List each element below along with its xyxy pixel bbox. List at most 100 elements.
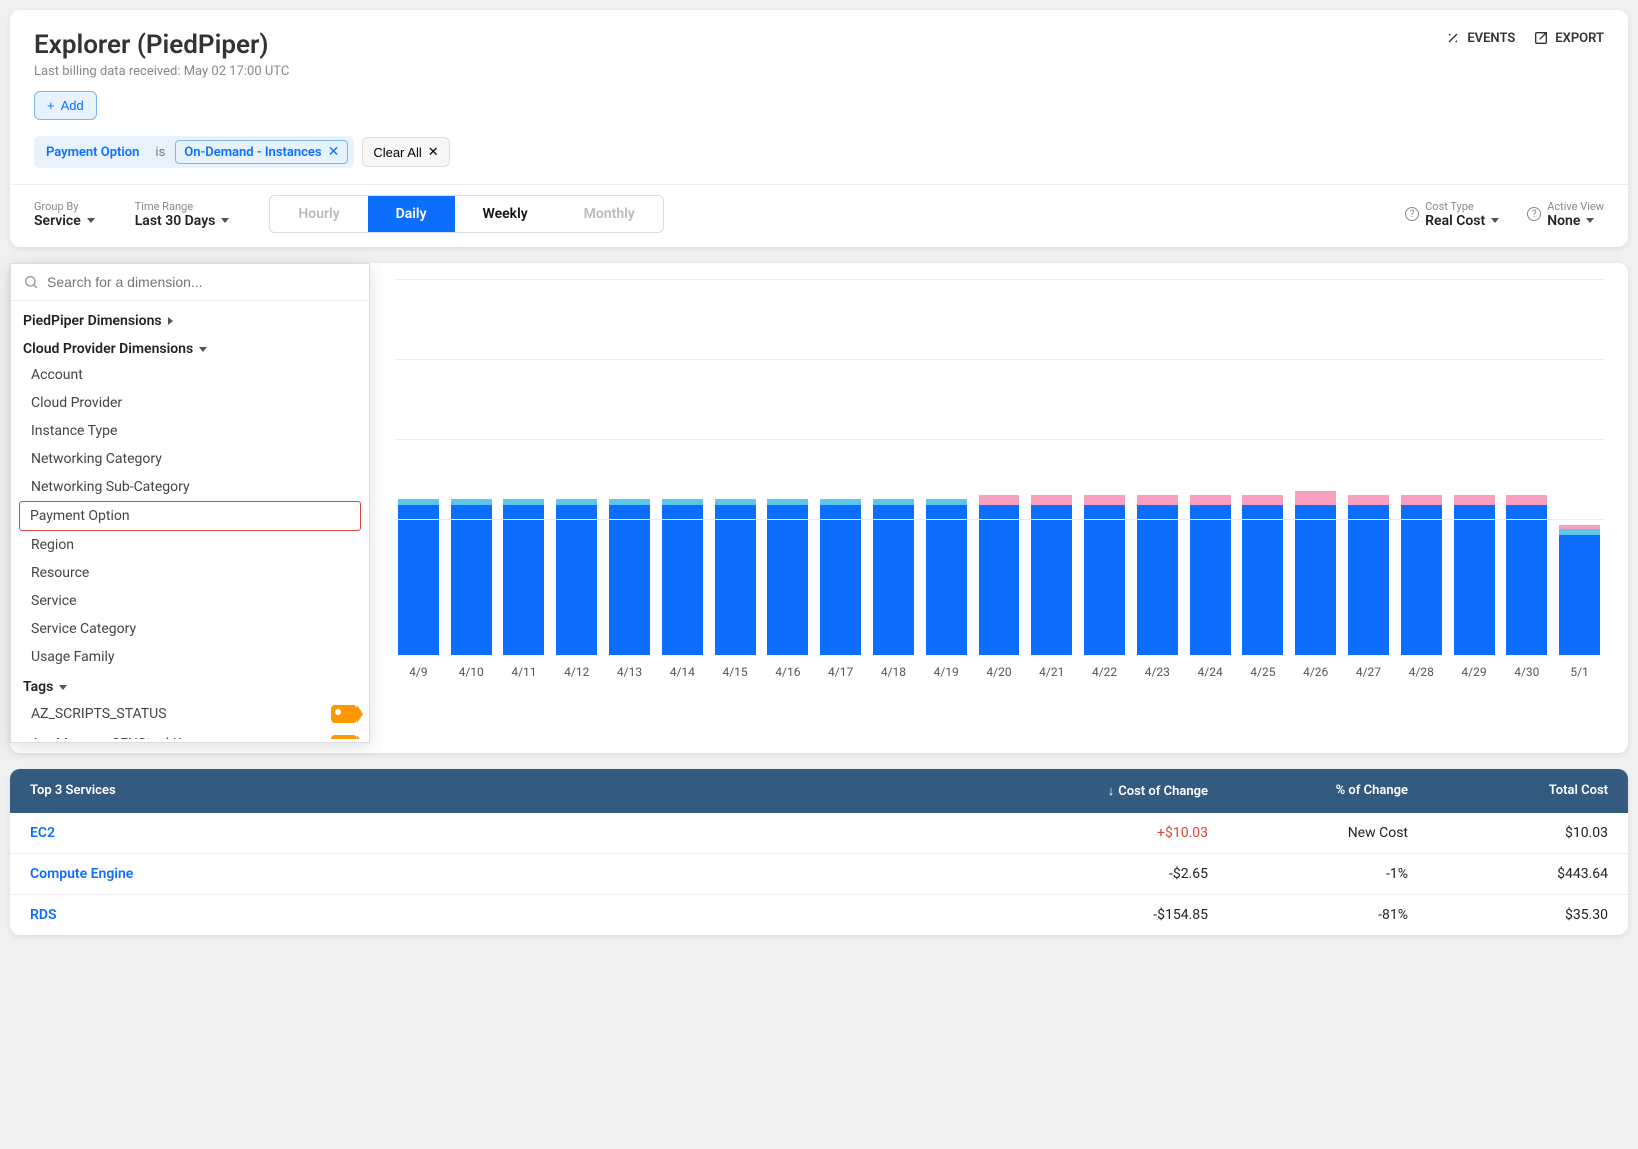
cell-total: $35.30	[1408, 907, 1608, 923]
cost-type-label: Cost Type	[1425, 200, 1499, 213]
seg-daily[interactable]: Daily	[368, 196, 455, 232]
dd-item-resource[interactable]: Resource	[11, 559, 369, 587]
seg-weekly[interactable]: Weekly	[455, 196, 556, 232]
col-total[interactable]: Total Cost	[1408, 783, 1608, 799]
group-by-value: Service	[34, 213, 81, 229]
group-by-control[interactable]: Group By Service	[34, 200, 95, 229]
dd-item-service-category[interactable]: Service Category	[11, 615, 369, 643]
chart-card: PiedPiper Dimensions Cloud Provider Dime…	[10, 263, 1628, 753]
time-range-label: Time Range	[135, 200, 230, 213]
chart-gridlines	[394, 279, 1604, 679]
dd-tag-az-scripts-status[interactable]: AZ_SCRIPTS_STATUS	[11, 699, 369, 729]
filter-row: + Add	[10, 91, 1628, 136]
col-services[interactable]: Top 3 Services	[30, 783, 1008, 799]
chevron-right-icon	[168, 317, 173, 325]
dd-section-cloud[interactable]: Cloud Provider Dimensions	[11, 333, 369, 361]
table-header: Top 3 Services ↓Cost of Change % of Chan…	[10, 769, 1628, 813]
dd-section-piedpiper[interactable]: PiedPiper Dimensions	[11, 305, 369, 333]
service-link[interactable]: Compute Engine	[30, 866, 133, 882]
export-label: EXPORT	[1555, 31, 1604, 46]
subtitle: Last billing data received: May 02 17:00…	[34, 64, 289, 79]
events-button[interactable]: EVENTS	[1445, 30, 1515, 46]
cell-cost-change: -$2.65	[1008, 866, 1208, 882]
clear-all-label: Clear All	[373, 145, 421, 160]
add-filter-button[interactable]: + Add	[34, 91, 97, 120]
filter-op: is	[149, 141, 171, 164]
time-range-control[interactable]: Time Range Last 30 Days	[135, 200, 230, 229]
cost-type-value: Real Cost	[1425, 213, 1485, 229]
events-label: EVENTS	[1467, 31, 1515, 46]
close-icon: ✕	[428, 144, 439, 160]
services-table: Top 3 Services ↓Cost of Change % of Chan…	[10, 769, 1628, 935]
filter-chip[interactable]: Payment Option is On-Demand - Instances …	[34, 136, 354, 168]
top-actions: EVENTS EXPORT	[1445, 30, 1604, 46]
filter-remove-icon[interactable]: ✕	[328, 144, 340, 160]
controls-row: Group By Service Time Range Last 30 Days…	[10, 184, 1628, 247]
cell-pct-change: -1%	[1208, 866, 1408, 882]
export-button[interactable]: EXPORT	[1533, 30, 1604, 46]
active-filters: Payment Option is On-Demand - Instances …	[10, 136, 1628, 184]
seg-hourly[interactable]: Hourly	[270, 196, 367, 232]
cell-pct-change: New Cost	[1208, 825, 1408, 841]
dd-item-networking-category[interactable]: Networking Category	[11, 445, 369, 473]
seg-monthly[interactable]: Monthly	[556, 196, 663, 232]
dimension-dropdown: PiedPiper Dimensions Cloud Provider Dime…	[10, 263, 370, 743]
cell-cost-change: +$10.03	[1008, 825, 1208, 841]
chevron-down-icon	[87, 218, 95, 223]
dd-item-instance-type[interactable]: Instance Type	[11, 417, 369, 445]
filter-value-box: On-Demand - Instances ✕	[175, 140, 348, 164]
filter-field: Payment Option	[40, 141, 145, 164]
time-range-value: Last 30 Days	[135, 213, 216, 229]
help-icon: ?	[1405, 207, 1419, 221]
chevron-down-icon	[221, 218, 229, 223]
dimension-search-input[interactable]	[47, 274, 357, 290]
clear-all-button[interactable]: Clear All ✕	[362, 137, 449, 167]
active-view-control[interactable]: ? Active View None	[1527, 200, 1604, 229]
add-label: Add	[61, 98, 84, 113]
cell-total: $10.03	[1408, 825, 1608, 841]
title-block: Explorer (PiedPiper) Last billing data r…	[34, 30, 289, 79]
events-icon	[1445, 30, 1461, 46]
search-icon	[23, 274, 39, 290]
dd-item-service[interactable]: Service	[11, 587, 369, 615]
plus-icon: +	[47, 98, 55, 113]
table-row: Compute Engine -$2.65-1%$443.64	[10, 854, 1628, 895]
dd-item-payment-option[interactable]: Payment Option	[19, 501, 361, 531]
service-link[interactable]: RDS	[30, 907, 57, 923]
tag-icon	[331, 705, 357, 723]
col-cost-change[interactable]: ↓Cost of Change	[1008, 783, 1208, 799]
dd-item-usage-family[interactable]: Usage Family	[11, 643, 369, 671]
dimension-list[interactable]: PiedPiper Dimensions Cloud Provider Dime…	[11, 301, 369, 739]
header-card: Explorer (PiedPiper) Last billing data r…	[10, 10, 1628, 247]
table-row: EC2 +$10.03New Cost$10.03	[10, 813, 1628, 854]
chevron-down-icon	[59, 685, 67, 690]
col-pct-change[interactable]: % of Change	[1208, 783, 1408, 799]
table-row: RDS -$154.85-81%$35.30	[10, 895, 1628, 935]
cell-cost-change: -$154.85	[1008, 907, 1208, 923]
group-by-label: Group By	[34, 200, 95, 213]
help-icon: ?	[1527, 207, 1541, 221]
cell-total: $443.64	[1408, 866, 1608, 882]
dd-item-cloud-provider[interactable]: Cloud Provider	[11, 389, 369, 417]
cost-type-control[interactable]: ? Cost Type Real Cost	[1405, 200, 1499, 229]
chevron-down-icon	[199, 347, 207, 352]
chevron-down-icon	[1491, 218, 1499, 223]
dd-tag-appmanagercfnstackkey[interactable]: AppManagerCFNStackKey	[11, 729, 369, 739]
chevron-down-icon	[1586, 218, 1594, 223]
granularity-segment: Hourly Daily Weekly Monthly	[269, 195, 663, 233]
cell-pct-change: -81%	[1208, 907, 1408, 923]
export-icon	[1533, 30, 1549, 46]
active-view-label: Active View	[1547, 200, 1604, 213]
dd-section-tags[interactable]: Tags	[11, 671, 369, 699]
dimension-search[interactable]	[11, 264, 369, 301]
dd-item-account[interactable]: Account	[11, 361, 369, 389]
service-link[interactable]: EC2	[30, 825, 55, 841]
filter-value: On-Demand - Instances	[184, 145, 321, 160]
dd-item-region[interactable]: Region	[11, 531, 369, 559]
table-body: EC2 +$10.03New Cost$10.03 Compute Engine -$…	[10, 813, 1628, 935]
right-controls: ? Cost Type Real Cost ? Active View None	[1405, 200, 1604, 229]
page-title: Explorer (PiedPiper)	[34, 30, 289, 60]
sort-down-icon: ↓	[1108, 783, 1115, 799]
dd-item-networking-sub-category[interactable]: Networking Sub-Category	[11, 473, 369, 501]
active-view-value: None	[1547, 213, 1580, 229]
